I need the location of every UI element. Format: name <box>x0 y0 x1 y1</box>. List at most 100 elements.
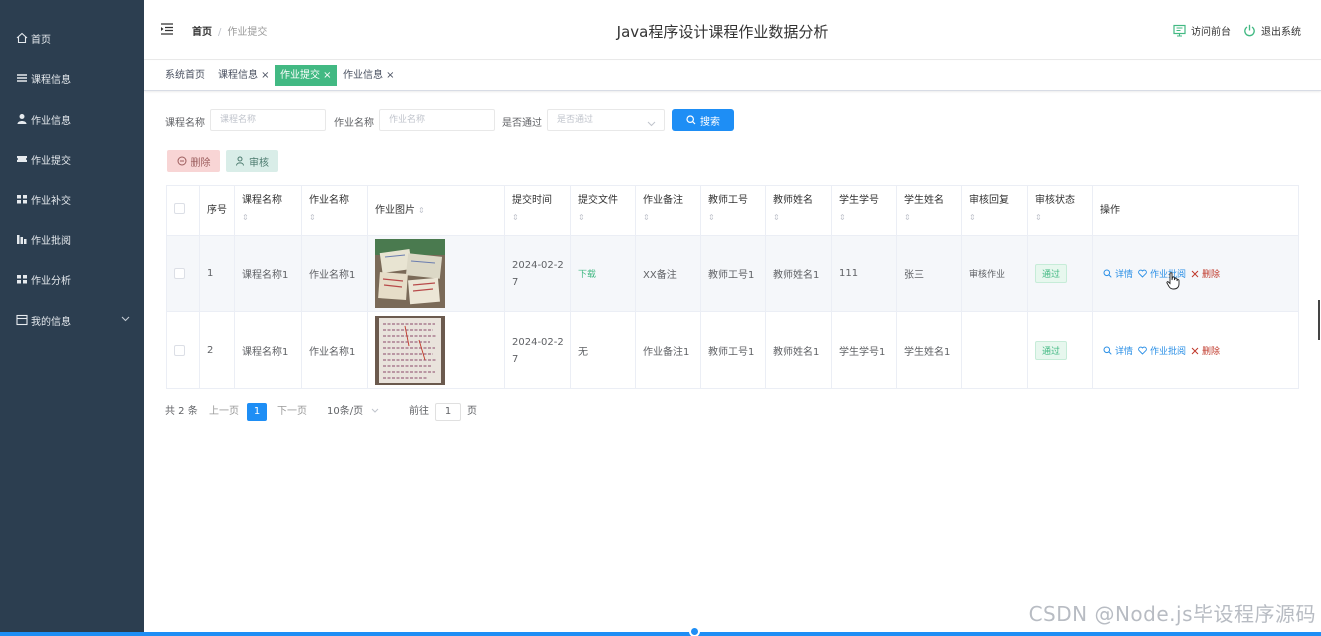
prev-page-button[interactable]: 上一页 <box>209 403 239 421</box>
sidebar-item-analysis[interactable]: 作业分析 <box>0 259 144 299</box>
delete-label: 删除 <box>1202 270 1221 280</box>
homework-photo-thumbnail[interactable] <box>375 316 445 385</box>
scrollbar-edge <box>1318 300 1320 340</box>
header-student-name[interactable]: 学生姓名 ⇕ <box>897 186 962 236</box>
cell-image <box>368 236 505 311</box>
header-select-all[interactable] <box>167 186 200 236</box>
header-status-label: 审核状态 <box>1035 195 1075 206</box>
batch-audit-button[interactable]: 审核 <box>226 150 278 172</box>
watermark: CSDN @Node.js毕设程序源码 <box>1028 602 1316 626</box>
detail-button[interactable]: 详情 <box>1103 344 1133 357</box>
grid-icon <box>16 273 28 285</box>
tag-course-info[interactable]: 课程信息 × <box>213 65 275 86</box>
search-button[interactable]: 搜索 <box>672 109 734 131</box>
sidebar-item-label: 作业提交 <box>31 155 71 167</box>
sidebar-item-resubmit[interactable]: 作业补交 <box>0 179 144 219</box>
page-size-label: 10条/页 <box>327 406 364 417</box>
sort-icon[interactable]: ⇕ <box>904 211 961 225</box>
review-label: 作业批阅 <box>1150 347 1187 357</box>
sidebar-item-homework[interactable]: 作业信息 <box>0 99 144 139</box>
header-student-id[interactable]: 学生学号 ⇕ <box>832 186 897 236</box>
sort-icon[interactable]: ⇕ <box>708 211 765 225</box>
goto-page-input[interactable]: 1 <box>435 403 461 421</box>
header-status[interactable]: 审核状态 ⇕ <box>1028 186 1093 236</box>
sort-icon[interactable]: ⇕ <box>643 211 700 225</box>
cell-image <box>368 312 505 389</box>
search-button-label: 搜索 <box>700 116 720 128</box>
pass-select[interactable]: 是否通过 <box>547 109 665 131</box>
tag-system-home[interactable]: 系统首页 <box>160 65 210 86</box>
sidebar-item-home[interactable]: 首页 <box>0 18 144 58</box>
pass-label: 是否通过 <box>502 118 542 129</box>
delete-button[interactable]: 删除 <box>1191 344 1220 357</box>
homework-name-label: 作业名称 <box>334 118 374 129</box>
sort-icon[interactable]: ⇕ <box>839 211 896 225</box>
next-page-button[interactable]: 下一页 <box>277 403 307 421</box>
sidebar-item-review[interactable]: 作业批阅 <box>0 219 144 259</box>
tags-view: 系统首页 课程信息 × 作业提交 × 作业信息 × <box>144 61 1321 91</box>
cell-note: 作业备注1 <box>636 312 701 389</box>
visit-front-link[interactable]: 访问前台 <box>1173 23 1231 38</box>
header-note[interactable]: 作业备注 ⇕ <box>636 186 701 236</box>
row-checkbox[interactable] <box>174 345 185 356</box>
row-checkbox[interactable] <box>174 268 185 279</box>
download-link[interactable]: 下载 <box>571 236 636 311</box>
sidebar-item-submit[interactable]: 作业提交 <box>0 139 144 179</box>
cell-teacher-name: 教师姓名1 <box>766 312 832 389</box>
header-homework[interactable]: 作业名称 ⇕ <box>302 186 368 236</box>
review-button[interactable]: 作业批阅 <box>1138 344 1186 357</box>
header-reply-label: 审核回复 <box>969 195 1009 206</box>
search-icon <box>1103 346 1112 355</box>
header-image[interactable]: 作业图片 ⇕ <box>368 186 505 236</box>
cell-reply: 审核作业 <box>962 236 1028 311</box>
header-student-id-label: 学生学号 <box>839 195 879 206</box>
sort-icon[interactable]: ⇕ <box>1035 211 1092 225</box>
cell-homework: 作业名称1 <box>302 236 368 311</box>
sort-icon[interactable]: ⇕ <box>578 211 635 225</box>
sidebar-item-label: 我的信息 <box>31 316 71 328</box>
header-teacher-name-label: 教师姓名 <box>773 195 813 206</box>
hand-cursor-icon <box>1166 272 1180 290</box>
logout-link[interactable]: 退出系统 <box>1243 23 1301 38</box>
header-time[interactable]: 提交时间 ⇕ <box>505 186 571 236</box>
batch-audit-label: 审核 <box>249 157 269 169</box>
progress-bar <box>0 632 1321 636</box>
sort-icon[interactable]: ⇕ <box>418 206 425 215</box>
chevron-down-icon <box>371 408 379 413</box>
page-title: Java程序设计课程作业数据分析 <box>616 23 829 41</box>
header-teacher-id[interactable]: 教师工号 ⇕ <box>701 186 766 236</box>
header-teacher-name[interactable]: 教师姓名 ⇕ <box>766 186 832 236</box>
sidebar-item-myinfo[interactable]: 我的信息 <box>0 300 144 340</box>
sidebar-item-label: 课程信息 <box>31 74 71 86</box>
header-file[interactable]: 提交文件 ⇕ <box>571 186 636 236</box>
sort-icon[interactable]: ⇕ <box>969 211 1027 225</box>
select-all-checkbox[interactable] <box>174 203 185 214</box>
course-name-input[interactable]: 课程名称 <box>210 109 326 131</box>
sidebar-item-course[interactable]: 课程信息 <box>0 58 144 98</box>
sort-icon[interactable]: ⇕ <box>242 211 301 225</box>
header-reply[interactable]: 审核回复 ⇕ <box>962 186 1028 236</box>
tag-homework-info[interactable]: 作业信息 × <box>338 65 400 86</box>
homework-table: 序号 课程名称 ⇕ 作业名称 ⇕ 作业图片 ⇕ 提交时间 ⇕ 提交文件 ⇕ 作业备注 ⇕ 教… <box>166 185 1299 389</box>
cell-file: 无 <box>571 312 636 389</box>
status-badge: 通过 <box>1035 264 1068 283</box>
tag-homework-submit[interactable]: 作业提交 × <box>275 65 337 86</box>
cell-note: XX备注 <box>636 236 701 311</box>
sort-icon[interactable]: ⇕ <box>773 211 831 225</box>
progress-handle[interactable] <box>689 626 700 636</box>
page-1-button[interactable]: 1 <box>247 403 267 421</box>
sort-icon[interactable]: ⇕ <box>512 211 570 225</box>
page-size-select[interactable]: 10条/页 <box>327 403 379 421</box>
homework-name-input[interactable]: 作业名称 <box>379 109 495 131</box>
sort-icon[interactable]: ⇕ <box>309 211 367 225</box>
cell-student-id: 学生学号1 <box>832 312 897 389</box>
header-homework-label: 作业名称 <box>309 195 349 206</box>
homework-photo-thumbnail[interactable] <box>375 239 445 308</box>
search-icon <box>686 115 696 125</box>
batch-delete-label: 删除 <box>190 157 211 169</box>
delete-button[interactable]: 删除 <box>1191 267 1220 280</box>
close-icon <box>1191 270 1199 277</box>
header-course[interactable]: 课程名称 ⇕ <box>235 186 302 236</box>
batch-delete-button[interactable]: 删除 <box>167 150 220 172</box>
detail-button[interactable]: 详情 <box>1103 267 1133 280</box>
